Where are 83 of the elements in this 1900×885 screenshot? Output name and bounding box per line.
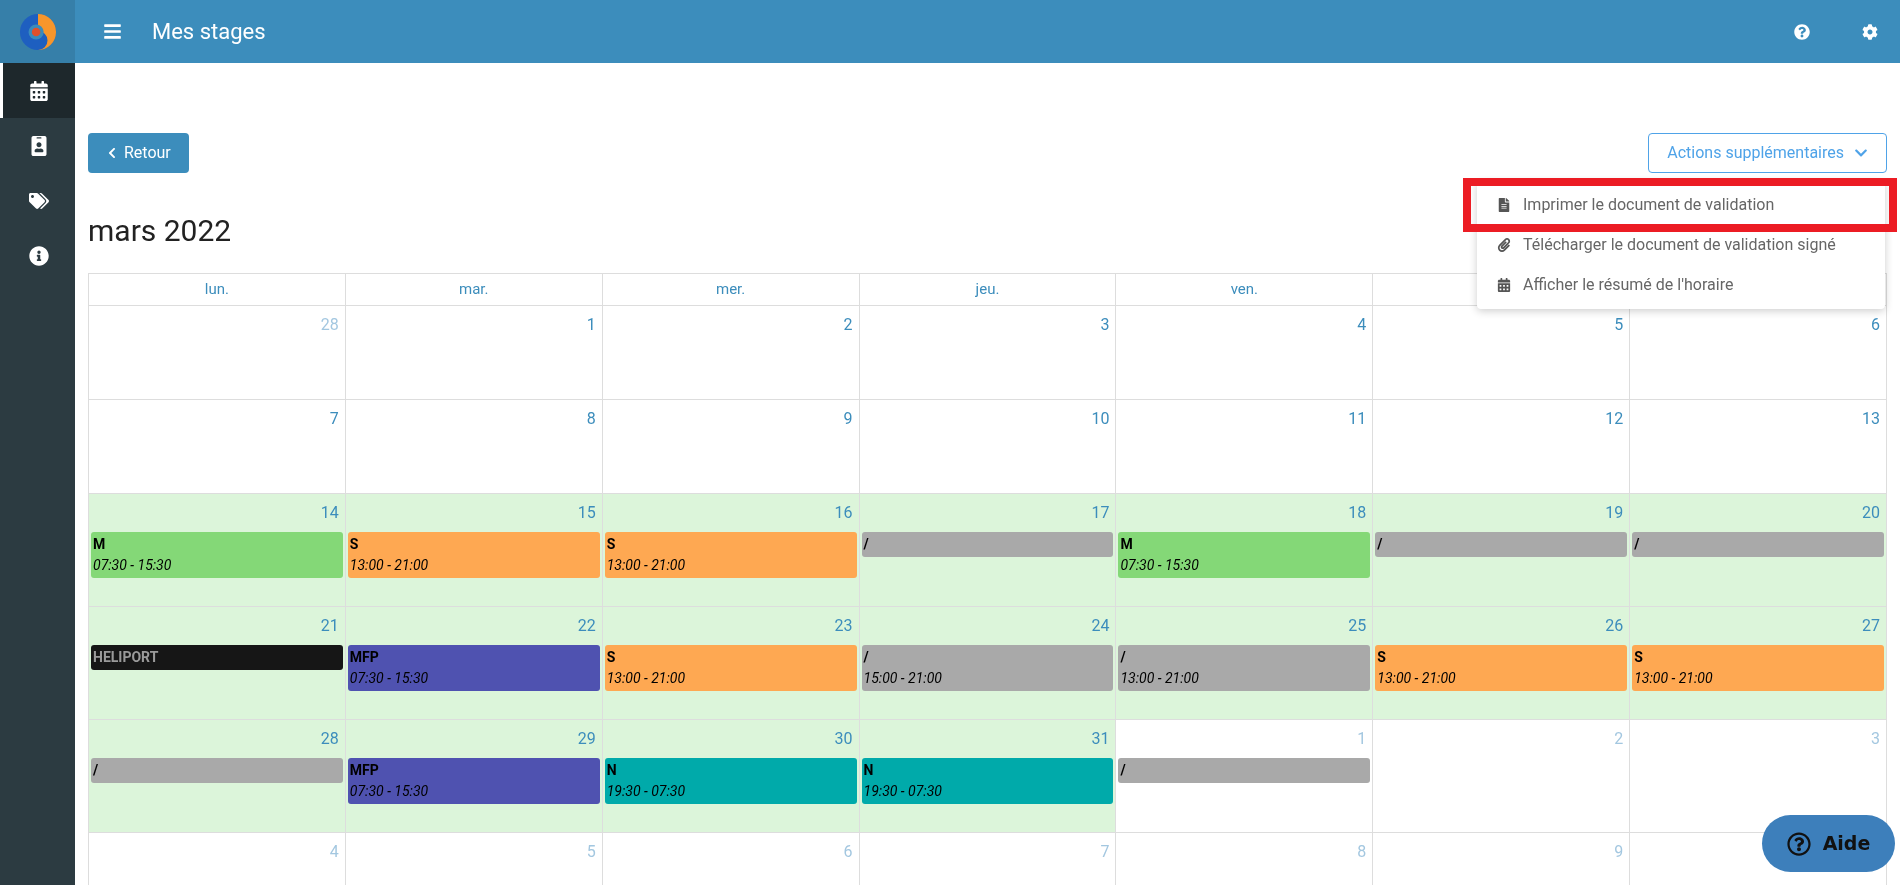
logo-icon: [18, 12, 57, 51]
day-number: 28: [320, 728, 339, 750]
day-number: 5: [1614, 314, 1624, 336]
help-icon[interactable]: [1794, 23, 1810, 40]
weekday-header: mar.: [459, 279, 489, 301]
shift-event[interactable]: /: [1632, 532, 1884, 557]
dropdown-item[interactable]: Imprimer le document de validation: [1477, 185, 1885, 225]
weekday-header: mer.: [716, 279, 746, 301]
day-number: 12: [1605, 408, 1624, 430]
day-number: 6: [1871, 314, 1880, 336]
day-number: 8: [586, 408, 596, 430]
tags-icon: [29, 190, 49, 211]
settings-icon[interactable]: [1862, 23, 1878, 40]
weekday-header: lun.: [204, 279, 229, 301]
document-icon: [1497, 198, 1511, 212]
id-badge-icon: [29, 135, 49, 156]
menu-icon[interactable]: [103, 22, 122, 41]
day-number: 22: [577, 615, 596, 637]
day-number: 29: [577, 728, 596, 750]
shift-event[interactable]: / 15:00 - 21:00: [861, 645, 1114, 691]
page-title: Mes stages: [152, 18, 266, 46]
shift-event[interactable]: S 13:00 - 21:00: [604, 645, 857, 691]
day-number: 9: [843, 408, 853, 430]
day-number: 2: [1614, 728, 1624, 750]
day-number: 15: [577, 502, 596, 524]
day-number: 13: [1862, 408, 1880, 430]
day-number: 3: [1100, 314, 1110, 336]
shift-event[interactable]: S 13:00 - 21:00: [347, 532, 600, 578]
help-button[interactable]: Aide: [1762, 815, 1895, 872]
shift-event[interactable]: /: [91, 758, 343, 783]
day-number: 6: [843, 841, 853, 863]
shift-event[interactable]: M 07:30 - 15:30: [1118, 532, 1371, 578]
day-number: 23: [834, 615, 853, 637]
day-number: 21: [320, 615, 339, 637]
chevron-left-icon: [106, 147, 118, 159]
shift-event[interactable]: / 13:00 - 21:00: [1118, 645, 1371, 691]
day-number: 9: [1614, 841, 1624, 863]
weekday-header: jeu.: [975, 279, 1000, 301]
day-number: 8: [1357, 841, 1367, 863]
day-number: 7: [1100, 841, 1110, 863]
day-number: 28: [320, 314, 339, 336]
day-number: 4: [329, 841, 339, 863]
day-number: 10: [1091, 408, 1110, 430]
shift-event[interactable]: /: [1375, 532, 1628, 557]
day-number: 3: [1871, 728, 1880, 750]
weekday-header: ven.: [1230, 279, 1259, 301]
day-number: 2: [843, 314, 853, 336]
calendar-icon: [1497, 278, 1511, 292]
day-number: 31: [1091, 728, 1110, 750]
day-number: 11: [1348, 408, 1367, 430]
day-number: 1: [1357, 728, 1367, 750]
day-number: 17: [1091, 502, 1110, 524]
day-number: 7: [329, 408, 339, 430]
day-number: 1: [586, 314, 596, 336]
day-number: 27: [1862, 615, 1880, 637]
dropdown-item[interactable]: Afficher le résumé de l'horaire: [1477, 265, 1885, 305]
dropdown-item[interactable]: Télécharger le document de validation signé: [1477, 225, 1885, 265]
shift-event[interactable]: N 19:30 - 07:30: [604, 758, 857, 804]
shift-event[interactable]: S 13:00 - 21:00: [604, 532, 857, 578]
info-icon: [29, 245, 49, 266]
calendar-icon: [29, 80, 49, 101]
day-number: 20: [1862, 502, 1880, 524]
shift-event[interactable]: M 07:30 - 15:30: [91, 532, 343, 578]
shift-event[interactable]: N 19:30 - 07:30: [861, 758, 1114, 804]
day-number: 24: [1091, 615, 1110, 637]
day-number: 14: [320, 502, 339, 524]
day-number: 4: [1357, 314, 1367, 336]
shift-event[interactable]: /: [861, 532, 1114, 557]
shift-event[interactable]: /: [1118, 758, 1371, 783]
shift-event[interactable]: S 13:00 - 21:00: [1375, 645, 1628, 691]
day-number: 30: [834, 728, 853, 750]
paperclip-icon: [1497, 238, 1511, 252]
sidebar-item[interactable]: [0, 63, 75, 118]
day-number: 16: [834, 502, 853, 524]
day-number: 26: [1605, 615, 1624, 637]
shift-event[interactable]: HELIPORT: [91, 645, 343, 670]
month-title: mars 2022: [88, 212, 232, 250]
day-number: 5: [586, 841, 596, 863]
day-number: 25: [1348, 615, 1367, 637]
day-number: 19: [1605, 502, 1624, 524]
day-number: 18: [1348, 502, 1367, 524]
shift-event[interactable]: S 13:00 - 21:00: [1632, 645, 1884, 691]
back-button[interactable]: Retour: [88, 133, 189, 173]
